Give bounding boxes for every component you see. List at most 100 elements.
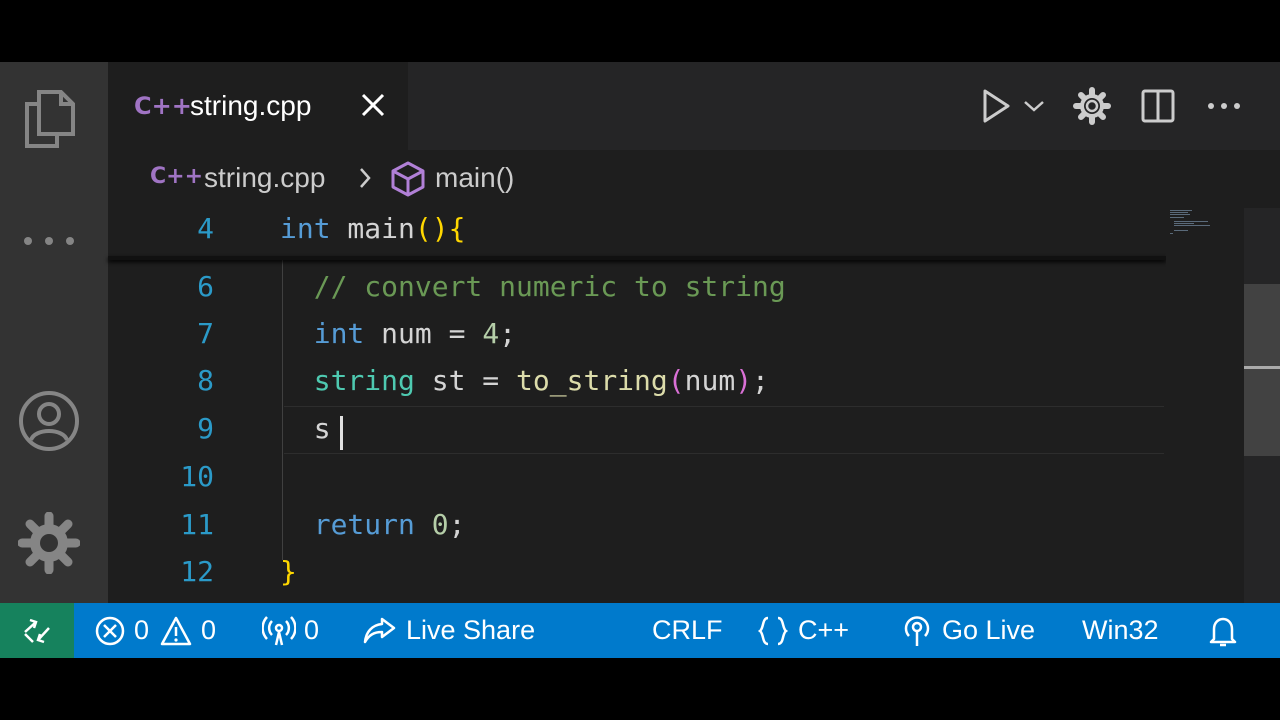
braces-icon (757, 616, 789, 645)
ports-status[interactable]: 0 (262, 603, 319, 658)
code-token: { (448, 212, 466, 245)
explorer-icon[interactable] (16, 86, 82, 152)
code-text: s (280, 412, 331, 445)
code-line[interactable]: 6 // convert numeric to string (108, 266, 1168, 310)
warning-icon (160, 616, 192, 645)
line-number: 11 (180, 508, 214, 541)
code-line[interactable]: 9 s (108, 408, 1168, 452)
error-count: 0 (134, 615, 150, 645)
code-token: 0 (431, 508, 449, 541)
go-live-label: Go Live (942, 615, 1036, 645)
code-token: to_string (516, 364, 668, 397)
code-token: s (280, 412, 331, 445)
code-token: num (684, 364, 736, 397)
code-text: return 0; (280, 508, 466, 541)
more-actions-icon[interactable] (1204, 84, 1244, 128)
minimap[interactable] (1166, 208, 1244, 603)
run-icon[interactable] (976, 84, 1016, 128)
tab-bar: C++ string.cpp (108, 62, 1280, 150)
platform-status[interactable]: Win32 (1082, 603, 1159, 658)
gear-icon[interactable] (1070, 84, 1114, 128)
scrollbar-thumb[interactable] (1244, 284, 1280, 456)
tab-label: string.cpp (190, 90, 312, 121)
ports-count: 0 (304, 615, 320, 645)
language-label: C++ (798, 615, 850, 645)
live-share-icon (363, 617, 396, 643)
cpp-file-icon: C++ (150, 164, 204, 189)
code-token: main (330, 212, 415, 245)
code-line[interactable]: 11 return 0; (108, 504, 1168, 548)
editor-window: C++ string.cpp C++ string.cpp main() 4 i… (0, 62, 1280, 658)
activity-bar (0, 62, 108, 603)
code-token: return (313, 508, 415, 541)
code-token: st = (414, 364, 517, 397)
code-token: int (280, 212, 331, 245)
remote-icon (24, 618, 50, 643)
line-number: 9 (197, 412, 214, 445)
split-editor-icon[interactable] (1138, 84, 1178, 128)
code-line[interactable]: 12 } (108, 551, 1168, 595)
bell-icon (1209, 617, 1237, 646)
code-text: string st = to_string(num); (280, 364, 769, 397)
code-line[interactable]: 10 (108, 456, 1168, 500)
code-line[interactable]: 8 string st = to_string(num); (108, 360, 1168, 404)
status-bar: 0 0 0 Live Share CRLF C++ Go Live Win32 (0, 603, 1280, 658)
code-text: int num = 4; (280, 317, 516, 350)
chevron-down-icon[interactable] (1020, 84, 1048, 128)
line-number: 7 (197, 317, 214, 350)
code-token: num = (364, 317, 483, 350)
code-token: ; (448, 508, 466, 541)
code-token: 4 (482, 317, 500, 350)
sticky-scroll-line[interactable]: 4 int main(){ (108, 208, 1168, 252)
breadcrumb-symbol[interactable]: main() (435, 162, 514, 194)
close-icon[interactable] (358, 90, 388, 120)
code-text: int main(){ (280, 212, 465, 245)
minimap-preview (1170, 210, 1210, 234)
sticky-scroll-divider (108, 256, 1166, 260)
notifications-button[interactable] (1206, 603, 1248, 658)
cpp-file-icon: C++ (134, 92, 192, 120)
breadcrumb-file[interactable]: string.cpp (204, 162, 325, 194)
code-line[interactable]: 7 int num = 4; (108, 313, 1168, 357)
code-text: } (280, 555, 297, 588)
text-cursor (340, 416, 343, 450)
code-token: ; (752, 364, 769, 397)
code-token: ) (735, 364, 753, 397)
eol-status[interactable]: CRLF (652, 603, 723, 658)
broadcast-icon (904, 615, 930, 646)
broadcast-icon (262, 615, 296, 645)
account-icon[interactable] (16, 388, 82, 454)
more-views-icon[interactable] (16, 208, 82, 274)
code-token: int (313, 317, 365, 350)
line-number: 8 (197, 364, 214, 397)
remote-indicator[interactable] (0, 603, 74, 658)
language-mode[interactable]: C++ (756, 603, 849, 658)
line-number: 6 (197, 270, 214, 303)
line-number: 4 (197, 212, 214, 245)
line-number: 10 (180, 460, 214, 493)
platform-label: Win32 (1082, 615, 1159, 645)
warning-count: 0 (201, 615, 217, 645)
eol-label: CRLF (652, 615, 723, 645)
code-text: // convert numeric to string (280, 270, 786, 303)
line-number: 12 (180, 555, 214, 588)
code-token: ( (667, 364, 685, 397)
error-icon (95, 616, 125, 645)
method-cube-icon (390, 160, 426, 202)
live-share-label: Live Share (406, 615, 536, 645)
code-token: } (280, 555, 297, 588)
manage-gear-icon[interactable] (16, 510, 82, 576)
code-token: ; (499, 317, 517, 350)
code-token: string (313, 364, 415, 397)
tab-string-cpp[interactable]: C++ string.cpp (108, 62, 408, 150)
code-editor[interactable]: 4 int main(){ 6 // convert numeric to st… (108, 208, 1248, 654)
go-live-button[interactable]: Go Live (900, 603, 1035, 658)
problems-status[interactable]: 0 0 (94, 603, 216, 658)
breadcrumb: C++ string.cpp main() (108, 150, 1280, 208)
live-share-button[interactable]: Live Share (362, 603, 535, 658)
scrollbar-cursor-marker (1244, 366, 1280, 369)
